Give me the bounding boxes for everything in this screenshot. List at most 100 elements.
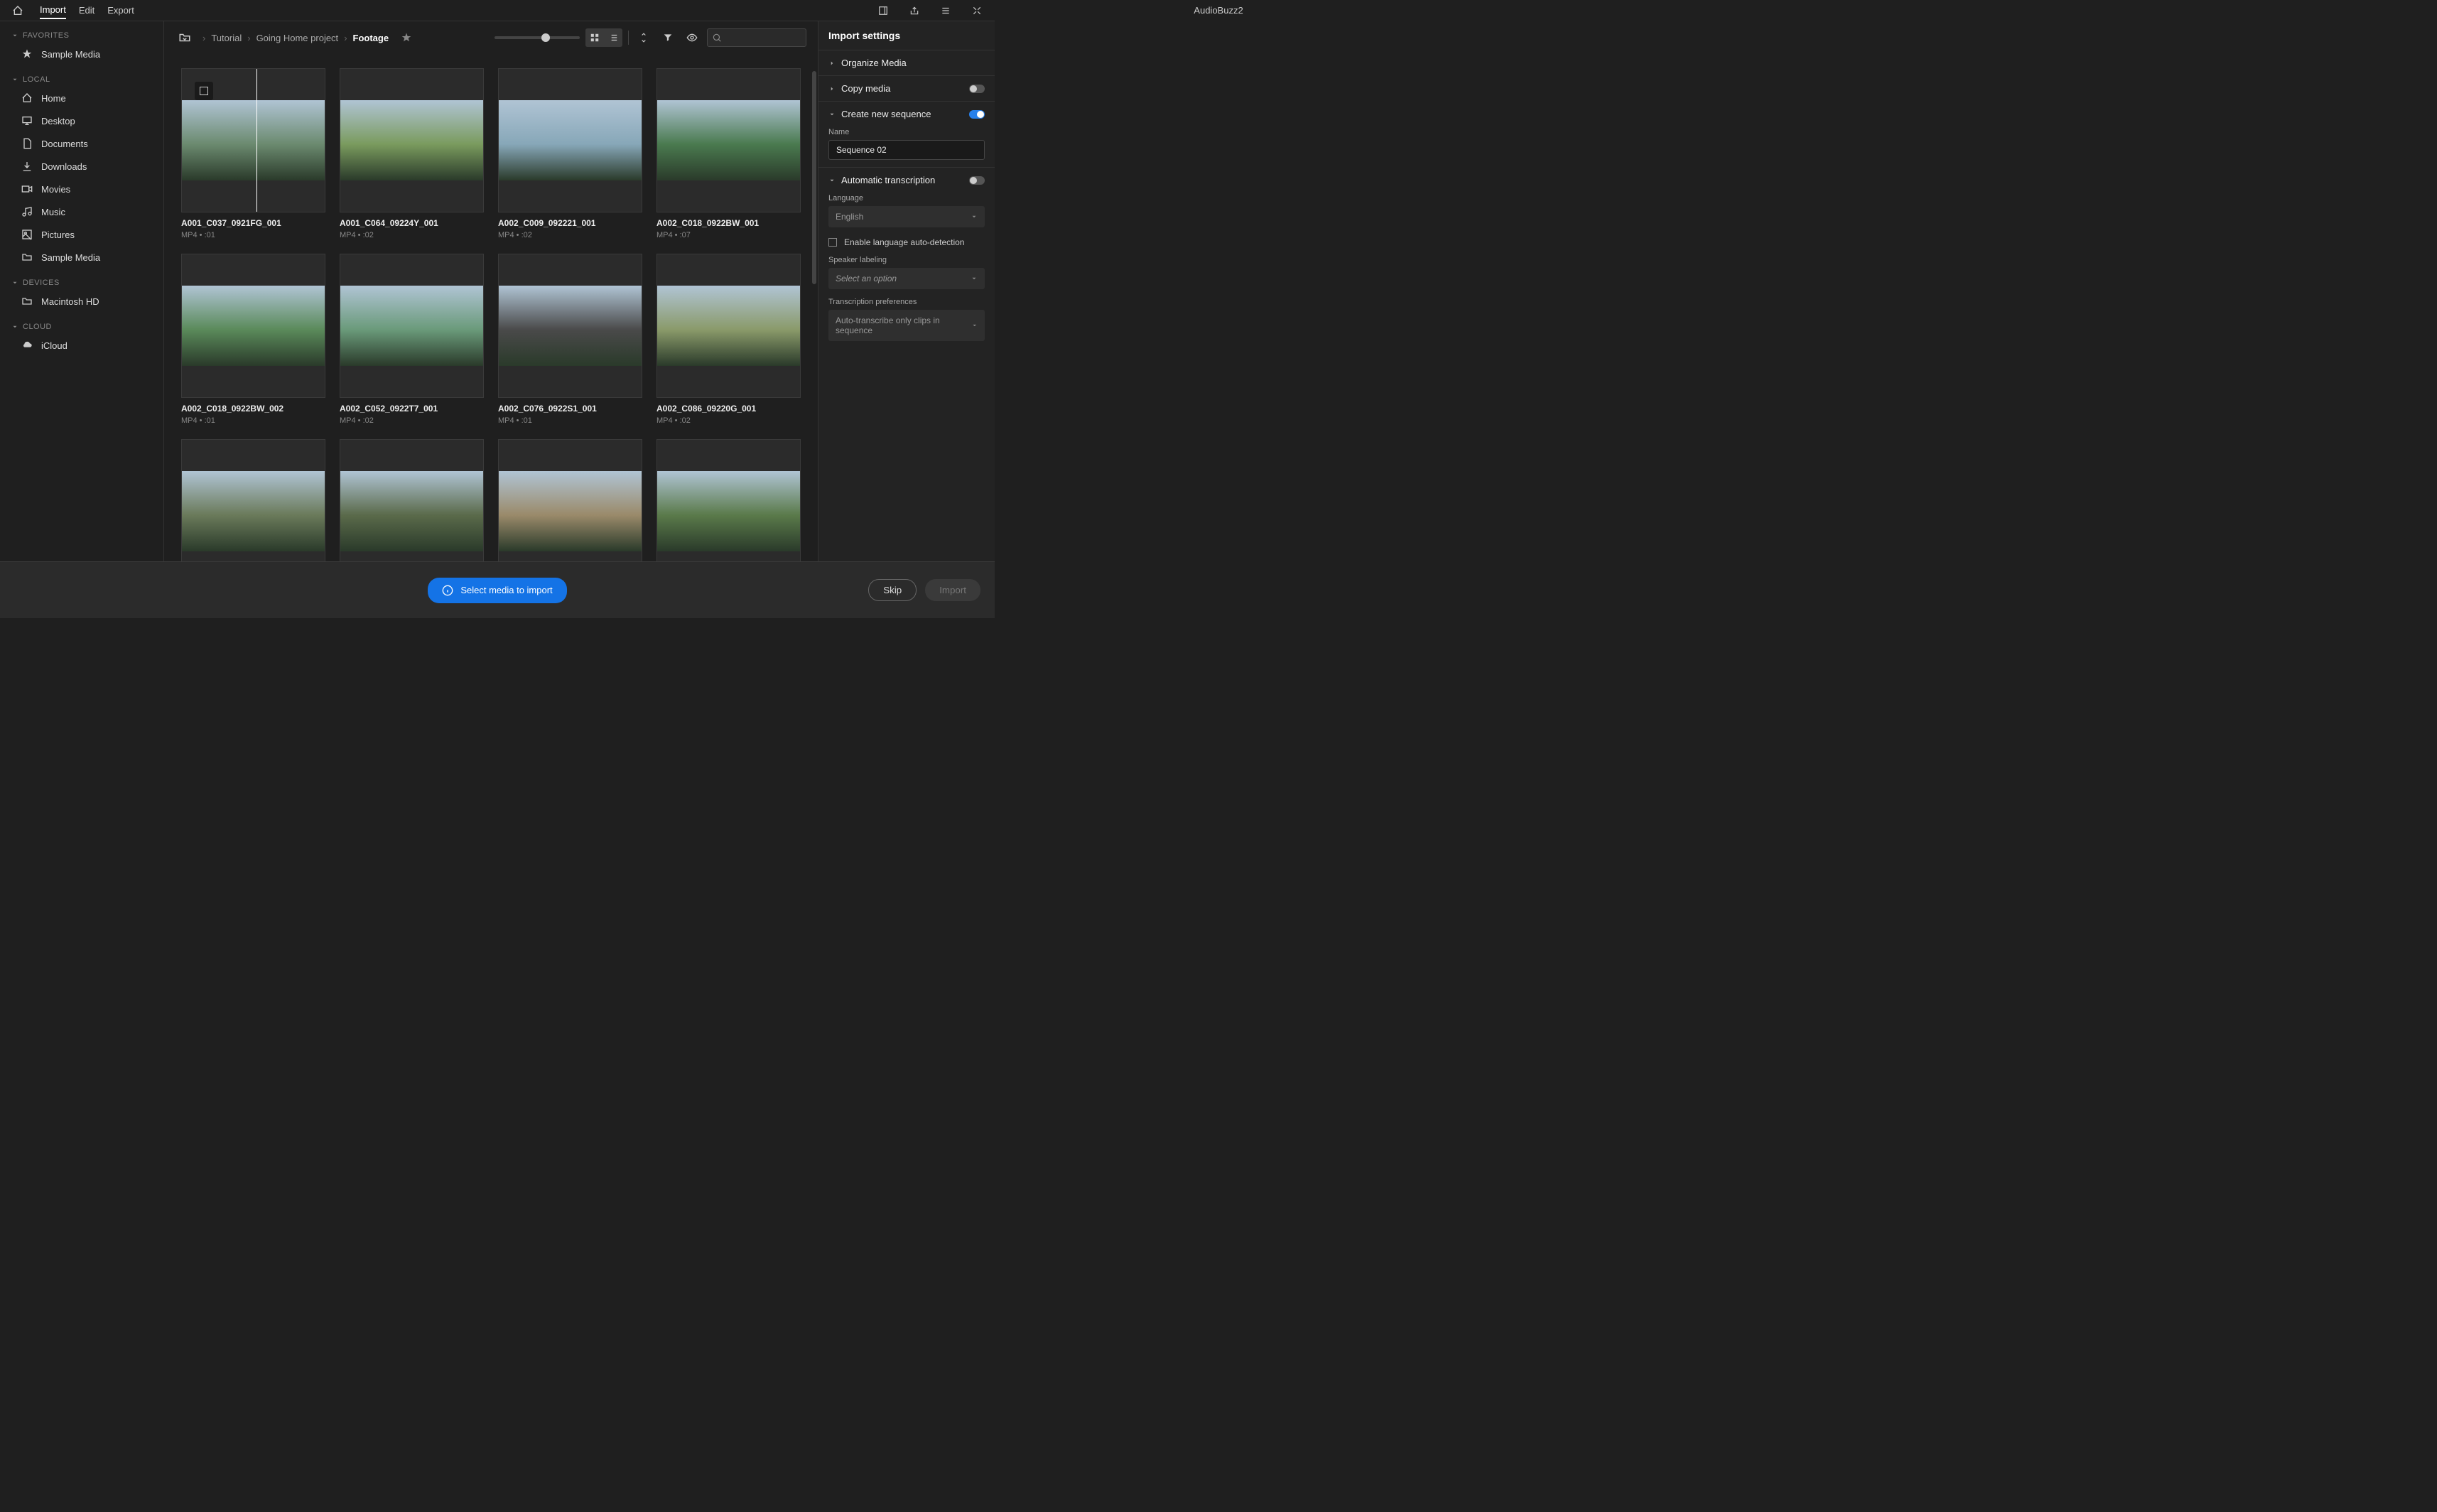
import-button[interactable]: Import [925,579,980,601]
fullscreen-icon[interactable] [968,1,986,20]
tab-import[interactable]: Import [40,1,66,19]
clip-thumbnail[interactable] [656,68,801,212]
clip-grid-scroll[interactable]: A001_C037_0921FG_001MP4 • :01A001_C064_0… [164,54,818,561]
clip-thumbnail[interactable] [498,68,642,212]
breadcrumb-tutorial[interactable]: Tutorial [211,33,242,43]
name-label: Name [828,128,985,136]
sidebar-header-favorites[interactable]: FAVORITES [0,28,163,43]
sidebar-item-macintosh-hd[interactable]: Macintosh HD [0,290,163,313]
language-select[interactable]: English [828,206,985,227]
thumbnail-size-slider[interactable] [495,36,580,39]
clip-item[interactable]: A002_C076_0922S1_001MP4 • :01 [498,254,642,425]
tab-edit[interactable]: Edit [79,2,94,18]
clip-item[interactable]: A001_C037_0921FG_001MP4 • :01 [181,68,325,239]
sequence-name-input[interactable] [828,140,985,160]
sidebar-item-desktop[interactable]: Desktop [0,109,163,132]
clip-item[interactable]: A002_C018_0922BW_002MP4 • :01 [181,254,325,425]
visibility-icon[interactable] [683,28,701,47]
transcription-preferences-select[interactable]: Auto-transcribe only clips in sequence [828,310,985,341]
copy-media-toggle[interactable] [969,85,985,93]
language-value: English [836,212,863,222]
sidebar-item-sample-media-fav[interactable]: Sample Media [0,43,163,65]
speaker-labeling-select[interactable]: Select an option [828,268,985,289]
language-auto-detect-label: Enable language auto-detection [844,237,964,247]
clip-item[interactable] [656,439,801,561]
folder-icon [21,296,33,307]
clip-item[interactable]: A002_C086_09220G_001MP4 • :02 [656,254,801,425]
folder-icon [21,252,33,263]
clip-thumbnail[interactable] [656,439,801,561]
sidebar-item-label: Music [41,207,65,217]
slider-handle[interactable] [541,33,550,42]
clip-thumbnail[interactable] [181,439,325,561]
create-sequence-section[interactable]: Create new sequence [828,109,985,119]
clip-thumbnail[interactable] [498,254,642,398]
project-title: AudioBuzz2 [1194,5,1243,16]
quick-export-icon[interactable] [936,1,955,20]
clip-metadata: MP4 • :02 [498,231,642,239]
filter-icon[interactable] [659,28,677,47]
clip-item[interactable] [498,439,642,561]
sidebar-item-label: Movies [41,184,70,195]
clip-item[interactable]: A002_C009_092221_001MP4 • :02 [498,68,642,239]
clip-thumbnail[interactable] [498,439,642,561]
clip-thumbnail[interactable] [340,254,484,398]
folder-picker-icon[interactable] [175,28,194,47]
clip-item[interactable]: A001_C064_09224Y_001MP4 • :02 [340,68,484,239]
sidebar-section-favorites: FAVORITES Sample Media [0,28,163,65]
tab-export[interactable]: Export [107,2,134,18]
breadcrumb-footage[interactable]: Footage [353,33,389,43]
home-icon[interactable] [9,1,27,20]
clip-metadata: MP4 • :01 [181,416,325,425]
clip-item[interactable] [340,439,484,561]
search-input[interactable] [707,28,806,47]
sidebar-item-documents[interactable]: Documents [0,132,163,155]
home-icon [21,92,33,104]
organize-media-section[interactable]: Organize Media [828,58,985,68]
sidebar-header-devices[interactable]: DEVICES [0,276,163,290]
clip-thumbnail[interactable] [340,439,484,561]
clip-item[interactable]: A002_C052_0922T7_001MP4 • :02 [340,254,484,425]
clip-item[interactable] [181,439,325,561]
grid-view-button[interactable] [585,28,604,47]
skip-button[interactable]: Skip [868,579,917,601]
sidebar-item-downloads[interactable]: Downloads [0,155,163,178]
auto-transcription-toggle[interactable] [969,176,985,185]
share-icon[interactable] [905,1,924,20]
sidebar-item-sample-media[interactable]: Sample Media [0,246,163,269]
sidebar-item-pictures[interactable]: Pictures [0,223,163,246]
copy-media-section[interactable]: Copy media [828,83,985,94]
create-sequence-toggle[interactable] [969,110,985,119]
clip-thumbnail[interactable] [181,68,325,212]
speaker-labeling-label: Speaker labeling [828,256,985,264]
sidebar-item-icloud[interactable]: iCloud [0,334,163,357]
clip-thumbnail[interactable] [181,254,325,398]
list-view-button[interactable] [604,28,622,47]
sidebar-item-home[interactable]: Home [0,87,163,109]
clip-name: A002_C018_0922BW_001 [656,218,801,228]
sidebar-item-label: Downloads [41,161,87,172]
media-browser: › Tutorial › Going Home project › Footag… [163,21,818,561]
sidebar-section-devices: DEVICES Macintosh HD [0,276,163,313]
clip-thumbnail[interactable] [656,254,801,398]
sort-button[interactable] [634,28,653,47]
chevron-down-icon [971,322,978,329]
language-auto-detect-checkbox[interactable] [828,238,837,247]
stop-icon[interactable] [195,82,213,100]
scrollbar[interactable] [812,71,816,284]
auto-transcription-section[interactable]: Automatic transcription [828,175,985,185]
sidebar-item-music[interactable]: Music [0,200,163,223]
clip-item[interactable]: A002_C018_0922BW_001MP4 • :07 [656,68,801,239]
sidebar-item-movies[interactable]: Movies [0,178,163,200]
workspace-icon[interactable] [874,1,892,20]
copy-media-label: Copy media [841,83,963,94]
favorite-star-icon[interactable] [397,28,416,47]
auto-transcription-label: Automatic transcription [841,175,963,185]
chevron-down-icon [11,323,18,330]
sidebar-header-local[interactable]: LOCAL [0,72,163,87]
chevron-right-icon [828,60,836,67]
sidebar-item-label: Sample Media [41,252,100,263]
breadcrumb-project[interactable]: Going Home project [256,33,339,43]
sidebar-header-cloud[interactable]: CLOUD [0,320,163,334]
clip-thumbnail[interactable] [340,68,484,212]
